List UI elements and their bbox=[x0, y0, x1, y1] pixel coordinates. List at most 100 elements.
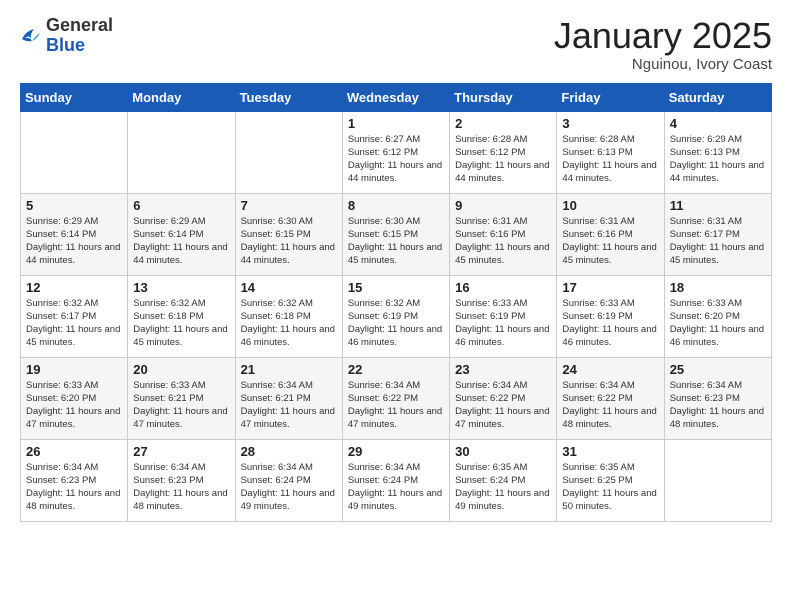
day-number: 14 bbox=[241, 280, 337, 295]
day-info: Sunrise: 6:34 AM Sunset: 6:22 PM Dayligh… bbox=[455, 379, 551, 432]
logo-bird-icon bbox=[20, 25, 42, 47]
day-cell: 21 Sunrise: 6:34 AM Sunset: 6:21 PM Dayli… bbox=[235, 357, 342, 439]
day-cell bbox=[21, 111, 128, 193]
day-number: 29 bbox=[348, 444, 444, 459]
day-number: 25 bbox=[670, 362, 766, 377]
day-number: 24 bbox=[562, 362, 658, 377]
day-info: Sunrise: 6:35 AM Sunset: 6:25 PM Dayligh… bbox=[562, 461, 658, 514]
logo-blue: Blue bbox=[46, 35, 85, 55]
day-cell: 6 Sunrise: 6:29 AM Sunset: 6:14 PM Daylig… bbox=[128, 193, 235, 275]
day-cell: 17 Sunrise: 6:33 AM Sunset: 6:19 PM Dayli… bbox=[557, 275, 664, 357]
day-cell: 28 Sunrise: 6:34 AM Sunset: 6:24 PM Dayli… bbox=[235, 439, 342, 521]
day-cell bbox=[128, 111, 235, 193]
week-row-1: 1 Sunrise: 6:27 AM Sunset: 6:12 PM Daylig… bbox=[21, 111, 772, 193]
day-info: Sunrise: 6:33 AM Sunset: 6:19 PM Dayligh… bbox=[562, 297, 658, 350]
day-info: Sunrise: 6:31 AM Sunset: 6:16 PM Dayligh… bbox=[562, 215, 658, 268]
day-cell: 23 Sunrise: 6:34 AM Sunset: 6:22 PM Dayli… bbox=[450, 357, 557, 439]
logo-text: General Blue bbox=[46, 16, 113, 56]
week-row-5: 26Sunrise: 6:34 AM Sunset: 6:23 PM Dayli… bbox=[21, 439, 772, 521]
day-number: 10 bbox=[562, 198, 658, 213]
week-row-4: 19 Sunrise: 6:33 AM Sunset: 6:20 PM Dayli… bbox=[21, 357, 772, 439]
day-number: 22 bbox=[348, 362, 444, 377]
day-cell: 2 Sunrise: 6:28 AM Sunset: 6:12 PM Daylig… bbox=[450, 111, 557, 193]
day-cell: 1 Sunrise: 6:27 AM Sunset: 6:12 PM Daylig… bbox=[342, 111, 449, 193]
day-number: 30 bbox=[455, 444, 551, 459]
day-info: Sunrise: 6:31 AM Sunset: 6:16 PM Dayligh… bbox=[455, 215, 551, 268]
weekday-header-monday: Monday bbox=[128, 83, 235, 111]
day-number: 12 bbox=[26, 280, 122, 295]
weekday-header-friday: Friday bbox=[557, 83, 664, 111]
day-cell bbox=[664, 439, 771, 521]
calendar: SundayMondayTuesdayWednesdayThursdayFrid… bbox=[20, 83, 772, 522]
day-info: Sunrise: 6:29 AM Sunset: 6:14 PM Dayligh… bbox=[133, 215, 229, 268]
day-info: Sunrise: 6:33 AM Sunset: 6:20 PM Dayligh… bbox=[26, 379, 122, 432]
day-number: 9 bbox=[455, 198, 551, 213]
day-cell: 24 Sunrise: 6:34 AM Sunset: 6:22 PM Dayli… bbox=[557, 357, 664, 439]
day-info: Sunrise: 6:32 AM Sunset: 6:18 PM Dayligh… bbox=[241, 297, 337, 350]
day-number: 17 bbox=[562, 280, 658, 295]
day-info: Sunrise: 6:34 AM Sunset: 6:23 PM Dayligh… bbox=[670, 379, 766, 432]
title-block: January 2025 Nguinou, Ivory Coast bbox=[554, 16, 772, 73]
day-cell: 16 Sunrise: 6:33 AM Sunset: 6:19 PM Dayli… bbox=[450, 275, 557, 357]
day-info: Sunrise: 6:33 AM Sunset: 6:19 PM Dayligh… bbox=[455, 297, 551, 350]
day-number: 28 bbox=[241, 444, 337, 459]
day-number: 27 bbox=[133, 444, 229, 459]
day-info: Sunrise: 6:31 AM Sunset: 6:17 PM Dayligh… bbox=[670, 215, 766, 268]
day-number: 20 bbox=[133, 362, 229, 377]
day-cell: 13Sunrise: 6:32 AM Sunset: 6:18 PM Dayli… bbox=[128, 275, 235, 357]
day-number: 23 bbox=[455, 362, 551, 377]
day-number: 21 bbox=[241, 362, 337, 377]
day-info: Sunrise: 6:28 AM Sunset: 6:12 PM Dayligh… bbox=[455, 133, 551, 186]
day-cell: 12 Sunrise: 6:32 AM Sunset: 6:17 PM Dayli… bbox=[21, 275, 128, 357]
day-info: Sunrise: 6:32 AM Sunset: 6:19 PM Dayligh… bbox=[348, 297, 444, 350]
day-cell: 9 Sunrise: 6:31 AM Sunset: 6:16 PM Daylig… bbox=[450, 193, 557, 275]
day-info: Sunrise: 6:34 AM Sunset: 6:21 PM Dayligh… bbox=[241, 379, 337, 432]
day-info: Sunrise: 6:28 AM Sunset: 6:13 PM Dayligh… bbox=[562, 133, 658, 186]
weekday-header-tuesday: Tuesday bbox=[235, 83, 342, 111]
day-info: Sunrise: 6:29 AM Sunset: 6:14 PM Dayligh… bbox=[26, 215, 122, 268]
day-cell: 26Sunrise: 6:34 AM Sunset: 6:23 PM Dayli… bbox=[21, 439, 128, 521]
day-number: 11 bbox=[670, 198, 766, 213]
day-number: 8 bbox=[348, 198, 444, 213]
day-number: 15 bbox=[348, 280, 444, 295]
day-cell: 10 Sunrise: 6:31 AM Sunset: 6:16 PM Dayli… bbox=[557, 193, 664, 275]
weekday-header-sunday: Sunday bbox=[21, 83, 128, 111]
logo-general: General bbox=[46, 15, 113, 35]
day-cell: 29 Sunrise: 6:34 AM Sunset: 6:24 PM Dayli… bbox=[342, 439, 449, 521]
day-info: Sunrise: 6:27 AM Sunset: 6:12 PM Dayligh… bbox=[348, 133, 444, 186]
day-info: Sunrise: 6:29 AM Sunset: 6:13 PM Dayligh… bbox=[670, 133, 766, 186]
day-info: Sunrise: 6:33 AM Sunset: 6:20 PM Dayligh… bbox=[670, 297, 766, 350]
day-cell bbox=[235, 111, 342, 193]
day-number: 31 bbox=[562, 444, 658, 459]
day-info: Sunrise: 6:34 AM Sunset: 6:23 PM Dayligh… bbox=[133, 461, 229, 514]
day-number: 2 bbox=[455, 116, 551, 131]
day-cell: 30Sunrise: 6:35 AM Sunset: 6:24 PM Dayli… bbox=[450, 439, 557, 521]
day-info: Sunrise: 6:34 AM Sunset: 6:22 PM Dayligh… bbox=[348, 379, 444, 432]
day-info: Sunrise: 6:34 AM Sunset: 6:24 PM Dayligh… bbox=[348, 461, 444, 514]
day-number: 6 bbox=[133, 198, 229, 213]
day-number: 16 bbox=[455, 280, 551, 295]
day-cell: 15 Sunrise: 6:32 AM Sunset: 6:19 PM Dayli… bbox=[342, 275, 449, 357]
day-number: 5 bbox=[26, 198, 122, 213]
day-cell: 11 Sunrise: 6:31 AM Sunset: 6:17 PM Dayli… bbox=[664, 193, 771, 275]
page: General Blue January 2025 Nguinou, Ivory… bbox=[0, 0, 792, 612]
day-info: Sunrise: 6:34 AM Sunset: 6:22 PM Dayligh… bbox=[562, 379, 658, 432]
day-number: 1 bbox=[348, 116, 444, 131]
day-info: Sunrise: 6:32 AM Sunset: 6:17 PM Dayligh… bbox=[26, 297, 122, 350]
week-row-3: 12 Sunrise: 6:32 AM Sunset: 6:17 PM Dayli… bbox=[21, 275, 772, 357]
day-cell: 31 Sunrise: 6:35 AM Sunset: 6:25 PM Dayli… bbox=[557, 439, 664, 521]
day-number: 4 bbox=[670, 116, 766, 131]
day-info: Sunrise: 6:33 AM Sunset: 6:21 PM Dayligh… bbox=[133, 379, 229, 432]
day-cell: 7Sunrise: 6:30 AM Sunset: 6:15 PM Daylig… bbox=[235, 193, 342, 275]
day-cell: 4 Sunrise: 6:29 AM Sunset: 6:13 PM Daylig… bbox=[664, 111, 771, 193]
day-number: 13 bbox=[133, 280, 229, 295]
day-number: 19 bbox=[26, 362, 122, 377]
day-cell: 5 Sunrise: 6:29 AM Sunset: 6:14 PM Daylig… bbox=[21, 193, 128, 275]
title-month: January 2025 bbox=[554, 16, 772, 56]
day-cell: 27 Sunrise: 6:34 AM Sunset: 6:23 PM Dayli… bbox=[128, 439, 235, 521]
day-info: Sunrise: 6:34 AM Sunset: 6:24 PM Dayligh… bbox=[241, 461, 337, 514]
day-info: Sunrise: 6:30 AM Sunset: 6:15 PM Dayligh… bbox=[241, 215, 337, 268]
day-cell: 20 Sunrise: 6:33 AM Sunset: 6:21 PM Dayli… bbox=[128, 357, 235, 439]
day-info: Sunrise: 6:34 AM Sunset: 6:23 PM Dayligh… bbox=[26, 461, 122, 514]
title-location: Nguinou, Ivory Coast bbox=[554, 56, 772, 73]
